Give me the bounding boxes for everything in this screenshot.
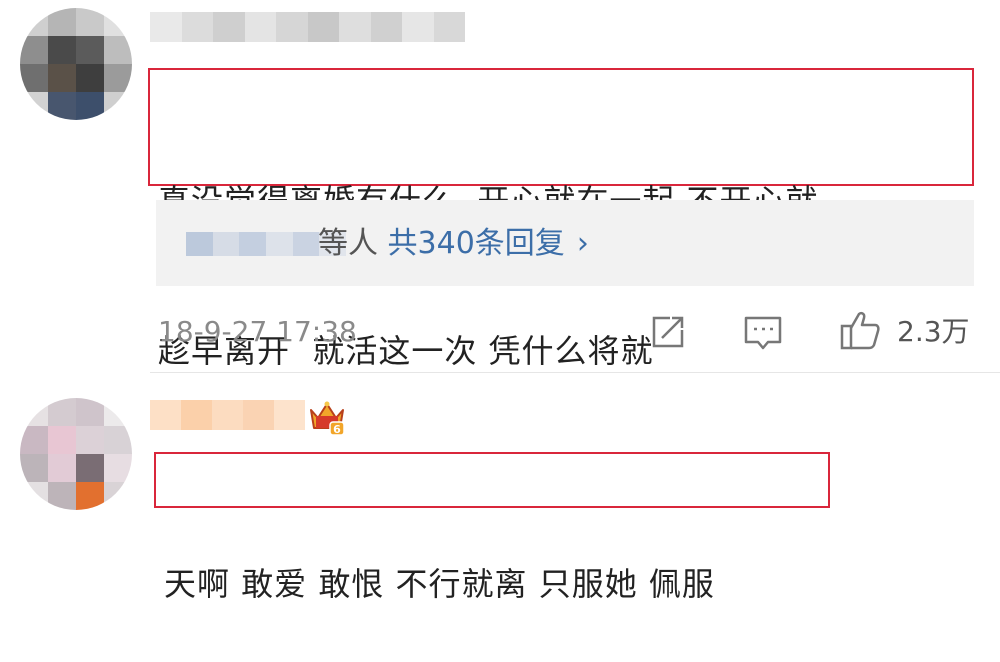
share-icon[interactable] [648,312,688,352]
reply-summary-card[interactable]: 等人 共340条回复 › [156,200,974,286]
comment-text: 天啊 敢爱 敢恨 不行就离 只服她 佩服 [154,452,830,603]
avatar[interactable] [20,398,132,510]
comment-timestamp: 18-9-27 17:38 [158,315,357,348]
comment-icon[interactable] [742,312,784,352]
chevron-right-icon: › [576,226,589,261]
level-badge-number: 6 [333,423,341,436]
like-count: 2.3万 [897,315,970,348]
username-blurred[interactable] [150,400,305,430]
reply-summary-text: 等人 共340条回复 › [318,222,589,266]
comment-line: 天啊 敢爱 敢恨 不行就离 只服她 佩服 [164,565,715,603]
avatar[interactable] [20,8,132,120]
divider [150,372,1000,373]
comment-text: 真没觉得离婚有什么 开心就在一起 不开心就 趁早离开 就活这一次 凭什么将就 [148,68,974,370]
view-replies-link[interactable]: 共340条回复 [388,226,565,261]
username-blurred[interactable] [150,12,465,42]
crown-icon: 6 [310,401,345,436]
reply-prefix: 等人 [318,226,388,261]
like-icon[interactable] [838,308,882,352]
